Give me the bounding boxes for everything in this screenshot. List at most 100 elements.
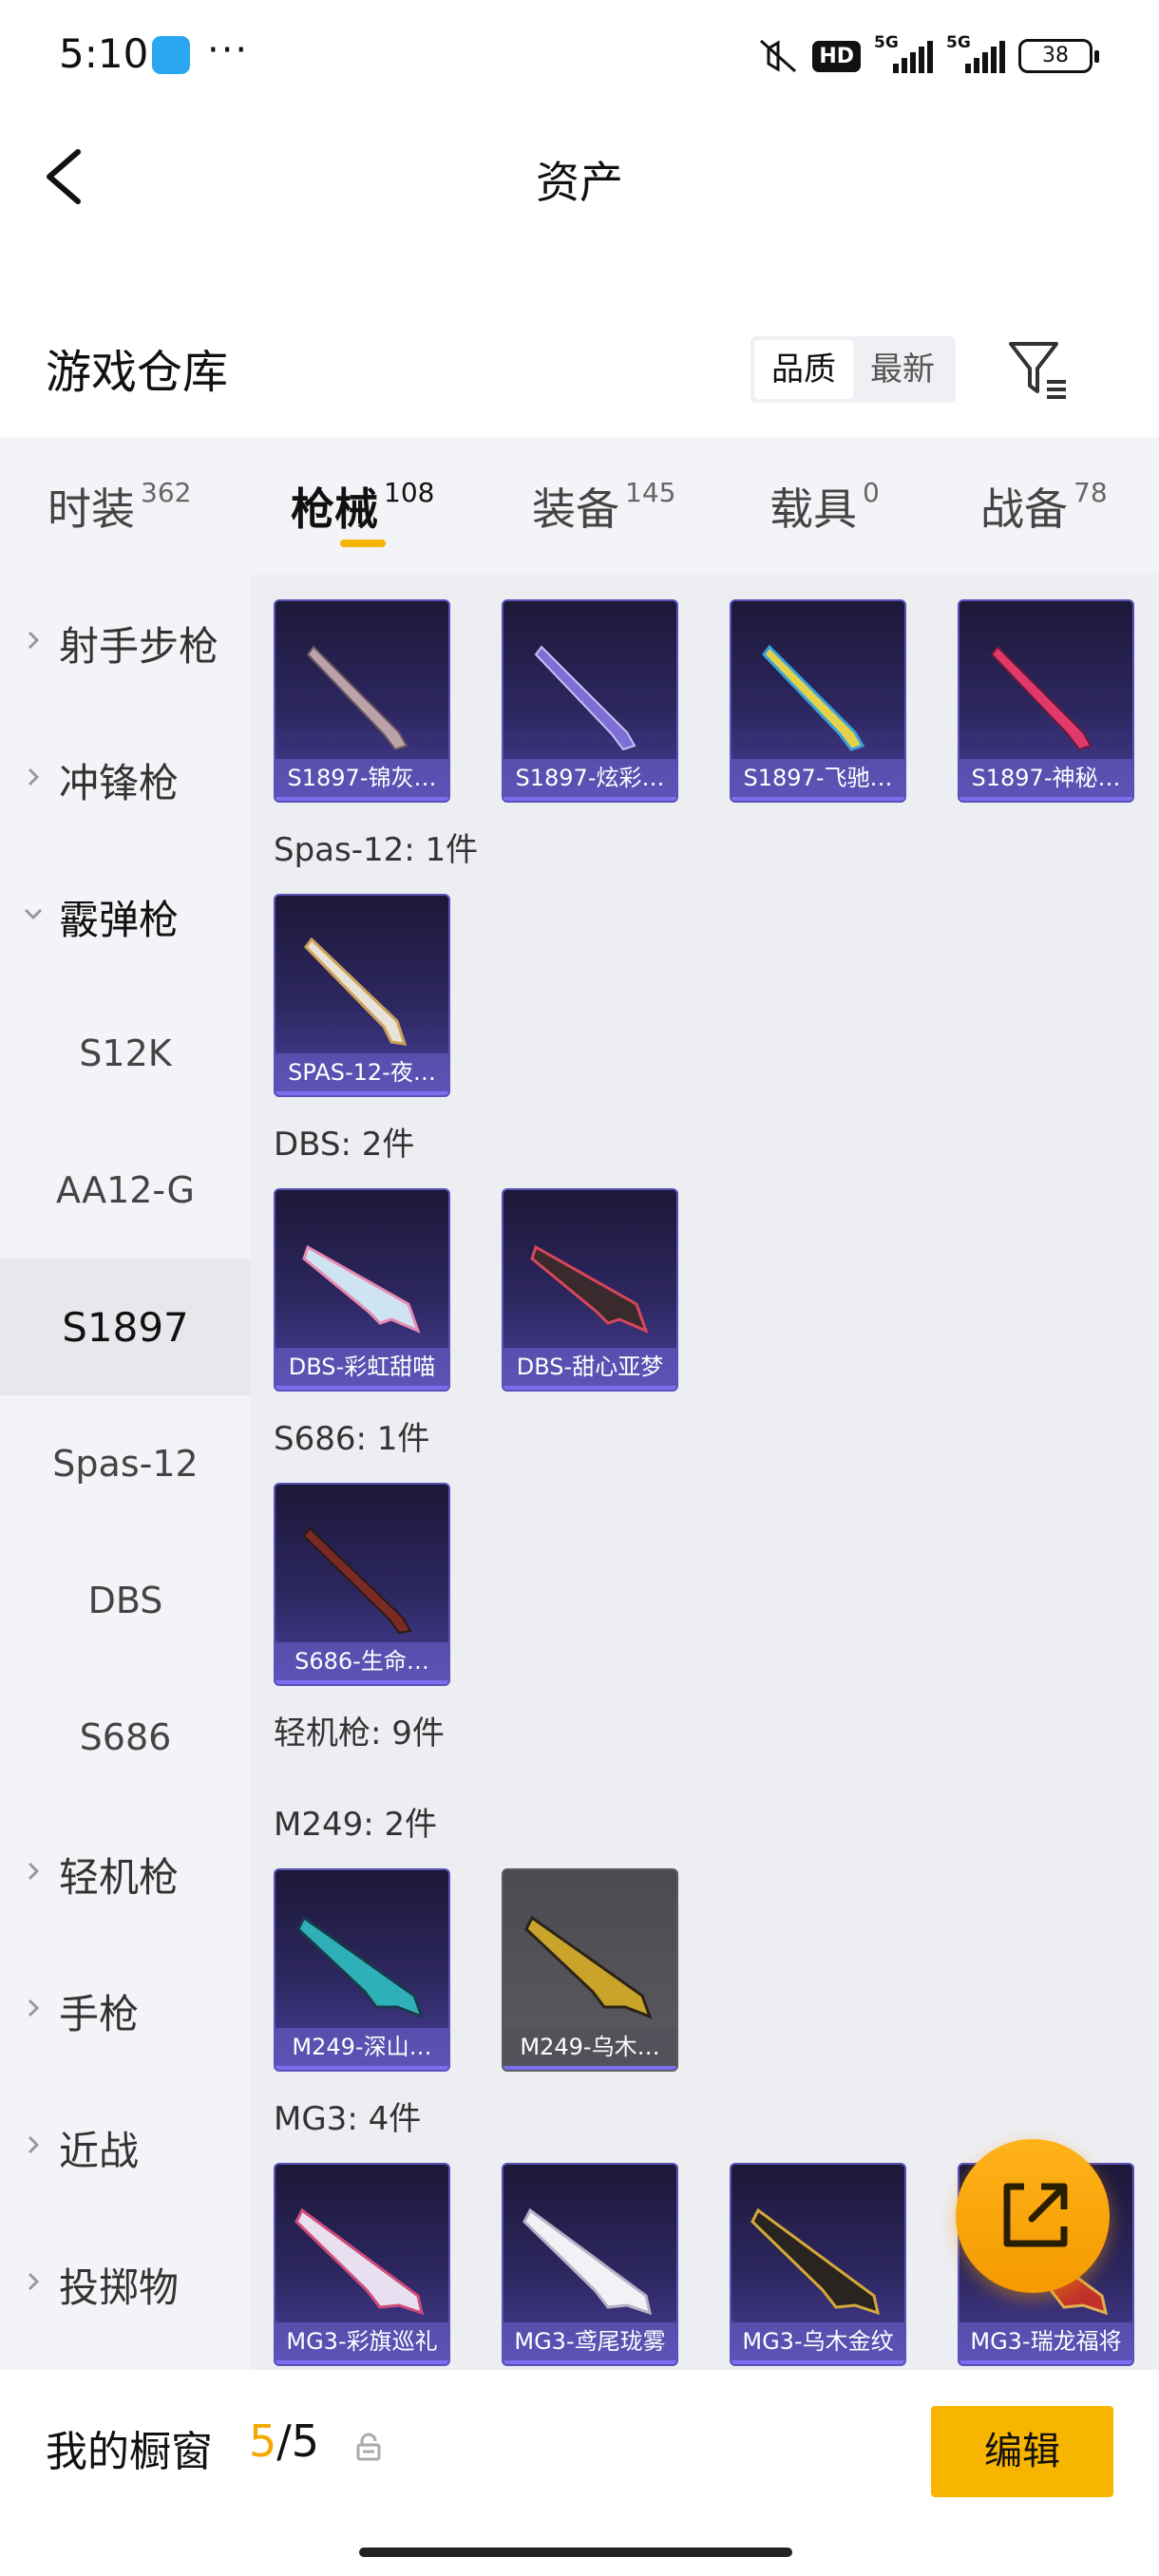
- home-indicator[interactable]: [359, 2548, 792, 2557]
- battery-icon: 38: [1018, 39, 1099, 73]
- filter-icon[interactable]: [1005, 334, 1074, 403]
- item-card[interactable]: SPAS-12-夜…: [274, 894, 450, 1097]
- mute-icon: [760, 39, 797, 73]
- tab-count: 108: [384, 477, 435, 508]
- machine-gun-skin-icon: [750, 2207, 881, 2316]
- group-label-m249: M249: 2件: [274, 1806, 438, 1844]
- page-title: 资产: [536, 157, 623, 208]
- section-title: 游戏仓库: [46, 346, 229, 399]
- sort-newest-button[interactable]: 最新: [853, 340, 952, 399]
- shotgun-skin-icon: [302, 1526, 412, 1635]
- sidebar-item-melee[interactable]: 近战: [0, 2079, 251, 2216]
- sort-quality-button[interactable]: 品质: [754, 340, 853, 399]
- shotgun-skin-icon: [304, 937, 408, 1046]
- sidebar-item-label: 轻机枪: [59, 1853, 180, 1901]
- item-name: SPAS-12-夜…: [276, 1053, 448, 1095]
- tab-fashion[interactable]: 时装 362: [48, 475, 191, 538]
- machine-gun-skin-icon: [522, 2207, 653, 2316]
- item-card[interactable]: MG3-鸢尾珑雾: [502, 2163, 678, 2366]
- chevron-right-icon: [28, 767, 40, 786]
- item-name: S1897-神秘…: [960, 759, 1132, 801]
- item-card[interactable]: DBS-彩虹甜喵: [274, 1188, 450, 1392]
- tab-label: 战备: [980, 483, 1068, 535]
- sidebar-item-marksman-rifle[interactable]: 射手步枪: [0, 575, 251, 711]
- sidebar-item-label: 近战: [59, 2127, 140, 2174]
- tab-label: 装备: [532, 483, 619, 535]
- item-name: DBS-甜心亚梦: [504, 1348, 676, 1390]
- item-card[interactable]: MG3-乌木金纹: [730, 2163, 906, 2366]
- item-name: M249-深山…: [276, 2028, 448, 2070]
- item-card[interactable]: DBS-甜心亚梦: [502, 1188, 678, 1392]
- item-grid: S1897-锦灰… S1897-炫彩… S1897-飞驰… S1897-神秘… …: [251, 575, 1159, 2370]
- sidebar-subitem-spas12[interactable]: Spas-12: [0, 1395, 251, 1532]
- sidebar-subitem-dbs[interactable]: DBS: [0, 1532, 251, 1669]
- item-card[interactable]: S1897-飞驰…: [730, 599, 906, 803]
- shotgun-skin-icon: [530, 1244, 649, 1334]
- sidebar-subitem-s12k[interactable]: S12K: [0, 985, 251, 1122]
- tab-equipment[interactable]: 装备 145: [532, 475, 675, 538]
- tab-label: 枪械: [291, 483, 378, 535]
- sidebar-item-label: 手枪: [59, 1990, 140, 2037]
- chevron-right-icon: [28, 2272, 40, 2291]
- showcase-total: 5: [291, 2415, 320, 2467]
- sidebar-subitem-s686[interactable]: S686: [0, 1669, 251, 1806]
- item-card[interactable]: M249-深山…: [274, 1868, 450, 2072]
- item-card[interactable]: S1897-锦灰…: [274, 599, 450, 803]
- item-card[interactable]: M249-乌木…: [502, 1868, 678, 2072]
- sidebar-item-pistol[interactable]: 手枪: [0, 1942, 251, 2079]
- tab-vehicles[interactable]: 载具 0: [770, 475, 880, 538]
- chevron-right-icon: [28, 2135, 40, 2154]
- machine-gun-skin-icon: [294, 2207, 425, 2316]
- chevron-right-icon: [28, 1998, 40, 2017]
- hd-badge: HD: [812, 40, 861, 72]
- sidebar-item-label: 射手步枪: [59, 622, 219, 670]
- chevron-right-icon: [28, 1862, 40, 1881]
- sidebar-item-label: 霰弹枪: [59, 896, 180, 943]
- item-name: DBS-彩虹甜喵: [276, 1348, 448, 1390]
- item-name: MG3-鸢尾珑雾: [504, 2322, 676, 2364]
- tab-label: 时装: [48, 483, 135, 535]
- category-tabs: 时装 362 枪械 108 装备 145 载具 0 战备 78: [0, 437, 1159, 575]
- showcase-separator: /: [276, 2415, 292, 2467]
- share-button[interactable]: [956, 2139, 1110, 2293]
- sidebar-item-lmg[interactable]: 轻机枪: [0, 1806, 251, 1942]
- lock-icon: [356, 2433, 381, 2461]
- showcase-current: 5: [249, 2415, 277, 2467]
- tab-count: 78: [1074, 477, 1108, 508]
- group-label-lmg: 轻机枪: 9件: [274, 1714, 445, 1752]
- showcase-label: 我的橱窗: [46, 2428, 213, 2476]
- sidebar-item-throwable[interactable]: 投掷物: [0, 2216, 251, 2353]
- item-card[interactable]: S1897-炫彩…: [502, 599, 678, 803]
- showcase-count: 5/5: [249, 2415, 319, 2467]
- signal-icon-2: 5G: [946, 33, 1005, 73]
- item-name: S1897-飞驰…: [732, 759, 904, 801]
- sidebar-item-label: 冲锋枪: [59, 759, 180, 806]
- more-notifications-icon: ···: [207, 28, 250, 72]
- group-label-mg3: MG3: 4件: [274, 2100, 422, 2138]
- weapon-type-sidebar: 射手步枪 冲锋枪 霰弹枪 S12K AA12-G S1897 Spas-12 D…: [0, 575, 251, 2370]
- tab-label: 载具: [770, 483, 857, 535]
- shotgun-skin-icon: [302, 1244, 421, 1334]
- sidebar-subitem-s1897[interactable]: S1897: [0, 1259, 251, 1395]
- share-icon: [1003, 2183, 1068, 2247]
- item-name: S1897-锦灰…: [276, 759, 448, 801]
- edit-button[interactable]: 编辑: [931, 2406, 1113, 2497]
- item-card[interactable]: S1897-神秘…: [958, 599, 1134, 803]
- sidebar-item-smg[interactable]: 冲锋枪: [0, 711, 251, 848]
- item-name: MG3-瑞龙福将: [960, 2322, 1132, 2364]
- sidebar-subitem-aa12g[interactable]: AA12-G: [0, 1122, 251, 1259]
- tab-firearms[interactable]: 枪械 108: [291, 475, 434, 538]
- item-name: S686-生命…: [276, 1642, 448, 1684]
- app-header: 资产: [0, 114, 1159, 247]
- machine-gun-skin-icon: [296, 1915, 425, 2019]
- battery-level: 38: [1042, 44, 1069, 67]
- item-name: M249-乌木…: [504, 2028, 676, 2070]
- group-label-dbs: DBS: 2件: [274, 1126, 415, 1164]
- tab-supplies[interactable]: 战备 78: [980, 475, 1108, 538]
- sidebar-item-shotgun[interactable]: 霰弹枪: [0, 848, 251, 985]
- status-bar: 5:10 ··· HD 5G 5G 38: [0, 0, 1159, 114]
- signal-icon: 5G: [874, 33, 933, 73]
- item-card[interactable]: S686-生命…: [274, 1483, 450, 1686]
- item-card[interactable]: MG3-彩旗巡礼: [274, 2163, 450, 2366]
- network-type-label: 5G: [874, 33, 899, 52]
